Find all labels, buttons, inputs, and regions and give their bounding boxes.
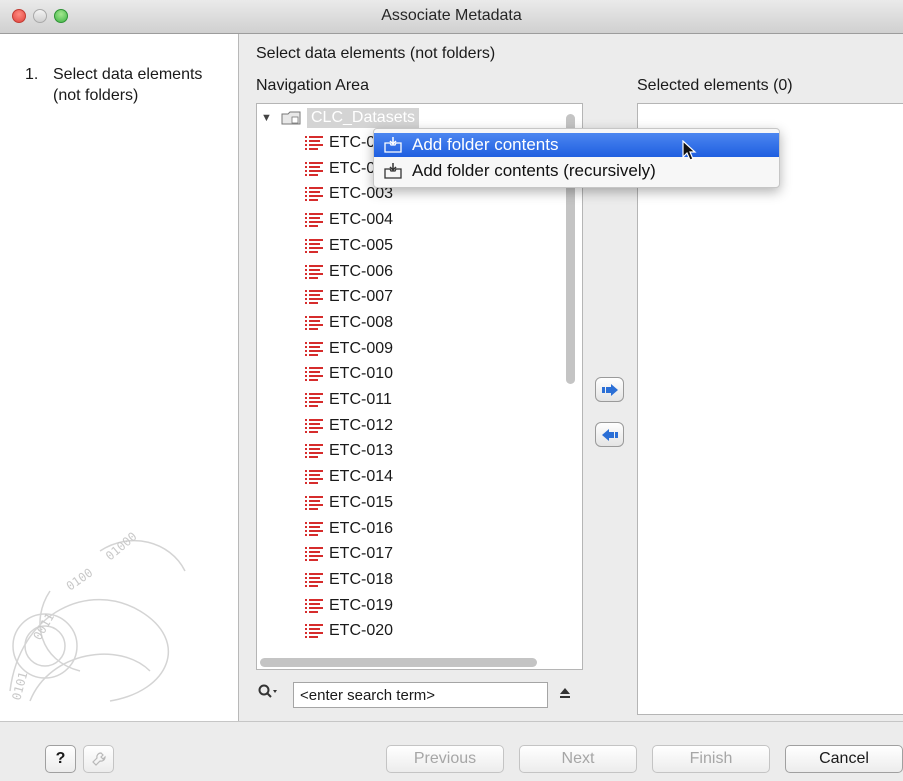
tree-item-label: ETC-017 [329,545,394,563]
wizard-steps-sidebar: 1. Select data elements (not folders) 01… [0,34,239,721]
finish-button[interactable]: Finish [652,745,770,773]
sequence-list-icon [305,418,323,433]
context-menu: Add folder contents Add folder contents … [373,128,780,188]
menu-item-add-folder-contents[interactable]: Add folder contents [374,133,779,157]
tree-item-label: ETC-004 [329,211,394,229]
tree-item-label: ETC-009 [329,339,394,357]
sequence-list-icon [305,521,323,536]
folder-icon [281,111,301,125]
sequence-list-icon [305,341,323,356]
tree-item-label: ETC-005 [329,236,394,254]
selected-elements-list[interactable] [637,103,903,715]
menu-item-label: Add folder contents (recursively) [412,161,656,180]
sequence-list-icon [305,495,323,510]
sequence-list-icon [305,315,323,330]
sequence-list-icon [305,136,323,150]
add-folder-icon [384,163,402,179]
tree-folder-row[interactable]: ▼ CLC_Datasets [261,106,567,130]
tree-item-label: ETC-007 [329,288,394,306]
sequence-list-icon [305,161,323,176]
folder-label: CLC_Datasets [307,108,420,128]
tree-item-label: ETC-014 [329,468,394,486]
tree-item-label: ETC-008 [329,313,394,331]
sequence-list-icon [305,290,323,305]
step-label: Select data elements (not folders) [53,66,203,104]
tree-item-label: ETC-011 [329,391,392,408]
tree-item-label: ETC-012 [329,416,394,434]
navigation-area-label: Navigation Area [256,77,369,94]
sequence-list-icon [305,572,323,587]
add-to-selection-button[interactable] [595,377,624,402]
sequence-list-icon [305,470,323,485]
sequence-list-icon [305,624,323,639]
remove-from-selection-button[interactable] [595,422,624,447]
menu-item-add-folder-contents-recursively[interactable]: Add folder contents (recursively) [374,159,779,183]
tree-item-label: ETC-018 [329,570,394,588]
navigation-tree[interactable]: ▼ CLC_Datasets ETC-0 ETC-0 ETC-003 ETC-004 E… [256,103,583,670]
tree-item-label: ETC-019 [329,596,394,614]
mouse-cursor-icon [682,140,697,161]
sequence-list-icon [305,264,323,279]
tree-item-label: ETC-0 [329,134,376,151]
tree-item-label: ETC-013 [329,442,394,460]
selected-elements-label: Selected elements (0) [637,77,793,94]
step-heading: Select data elements (not folders) [256,45,496,62]
horizontal-scrollbar[interactable] [260,658,537,667]
arrow-left-icon [601,428,618,441]
tree-item-label: ETC-010 [329,365,394,383]
search-input[interactable] [293,682,548,708]
sequence-list-icon [305,238,323,253]
add-folder-icon [384,137,402,153]
title-bar: Associate Metadata [0,0,903,34]
sequence-list-icon [305,367,323,382]
configuration-button[interactable] [83,745,114,773]
help-button[interactable]: ? [45,745,76,773]
window-title: Associate Metadata [381,7,522,24]
step-number: 1. [25,66,39,83]
tree-item-label: ETC-015 [329,493,394,511]
cancel-button[interactable]: Cancel [785,745,903,773]
sequence-list-icon [305,393,323,407]
menu-item-label: Add folder contents [412,135,559,154]
tree-item-label: ETC-0 [329,159,376,177]
arrow-right-icon [601,383,618,396]
tree-item-label: ETC-020 [329,622,394,640]
sequence-list-icon [305,598,323,613]
next-button[interactable]: Next [519,745,637,773]
collapse-search-icon[interactable] [558,686,572,704]
previous-button[interactable]: Previous [386,745,504,773]
tree-item-label: ETC-016 [329,519,394,537]
clc-decorative-swirl-graphic: 0100 01000 0011 0101 [9,529,186,702]
sequence-list-icon [305,213,323,228]
svg-text:0100: 0100 [64,565,96,593]
sequence-list-icon [305,444,323,459]
sequence-list-icon [305,547,323,562]
search-icon[interactable] [258,684,280,703]
sequence-list-icon [305,187,323,202]
disclosure-triangle-icon[interactable]: ▼ [261,106,272,130]
wrench-icon [91,752,106,766]
tree-item-label: ETC-006 [329,262,394,280]
